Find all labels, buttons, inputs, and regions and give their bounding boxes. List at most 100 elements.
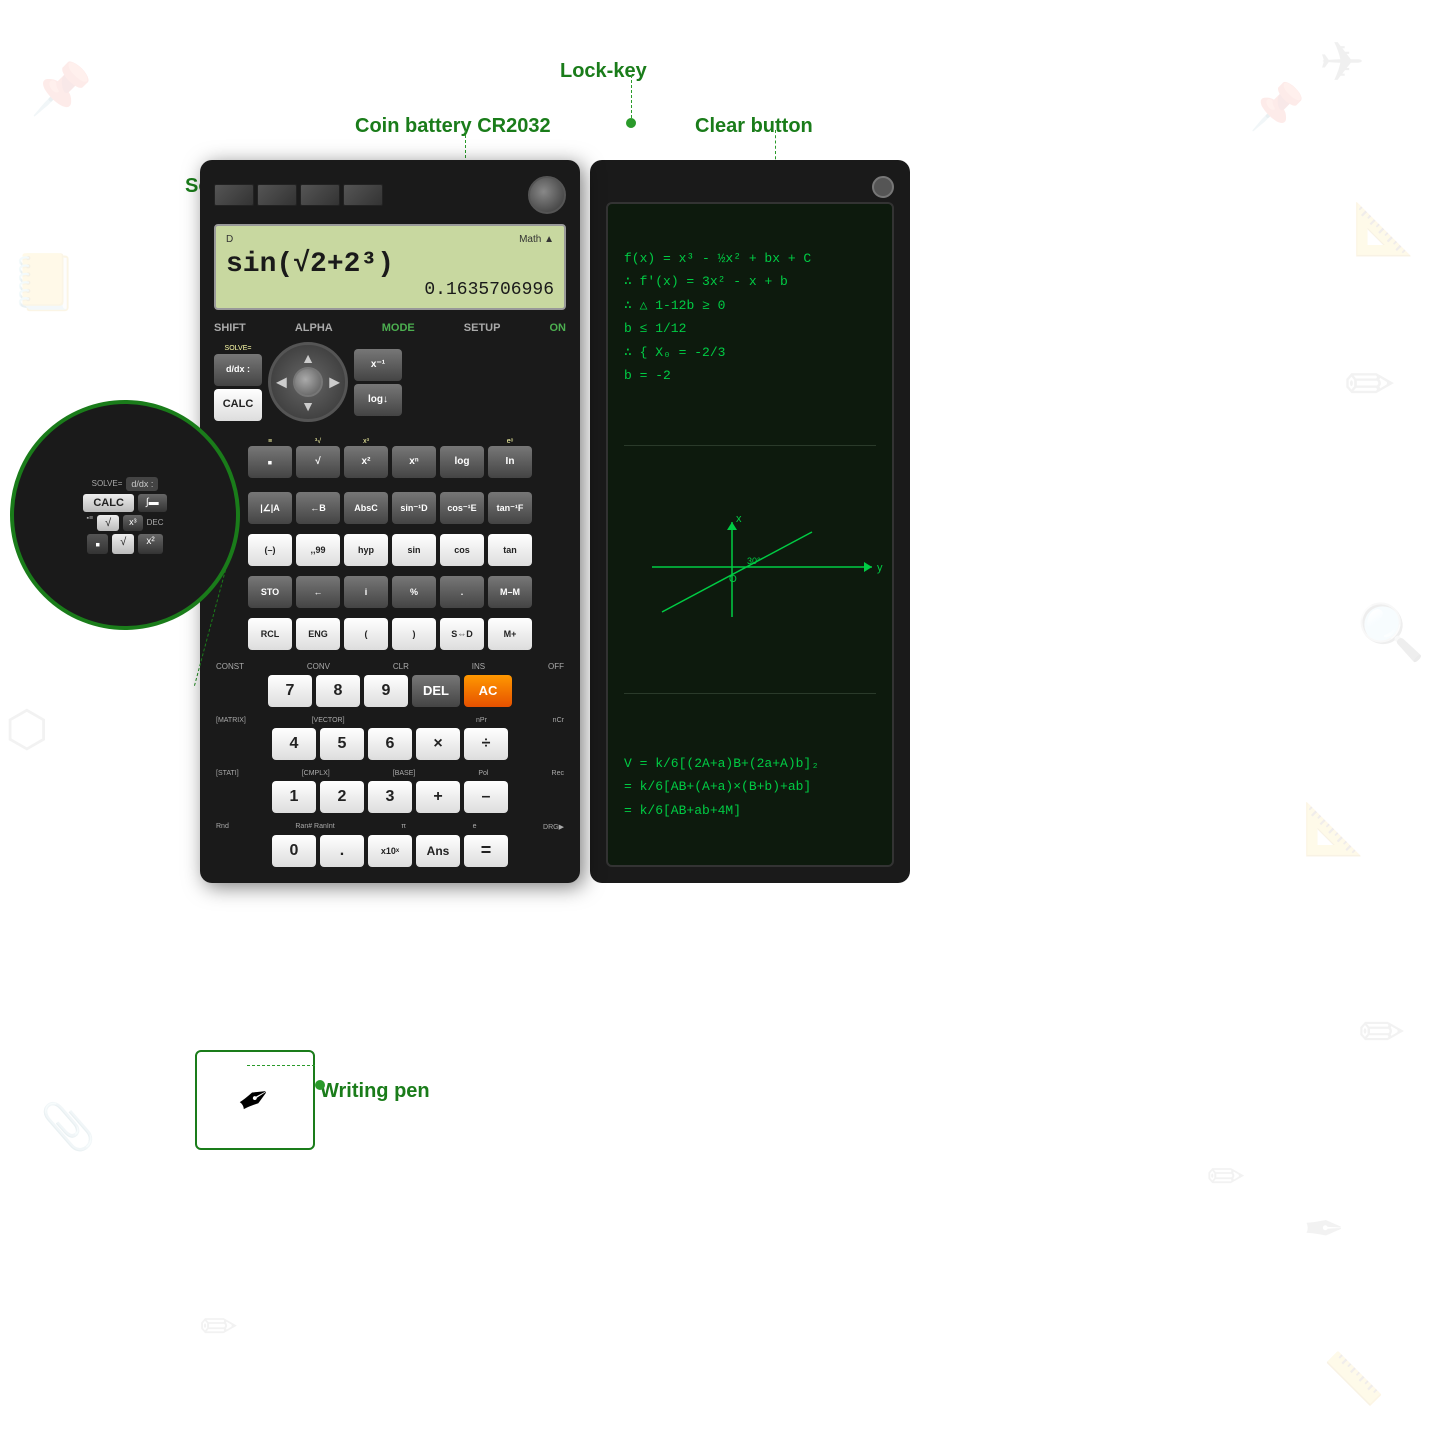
neg-btn[interactable]: (–) — [248, 534, 292, 566]
hyp-btn[interactable]: hyp — [344, 534, 388, 566]
navigation-ring[interactable]: ▲ ▼ ◀ ▶ — [268, 342, 348, 422]
zoom-circle: SOLVE= d/dx : CALC ∫▬ ▪≡ √ x³ DEC ▪ √ x² — [10, 400, 240, 630]
notepad-eq9: = k/6[AB+ab+4M] — [624, 799, 876, 822]
solar-panel-area — [214, 176, 566, 214]
notepad-graph-area: y x O 30° — [624, 504, 876, 635]
angle-btn[interactable]: |∠|A — [248, 492, 292, 524]
nav-up-arrow[interactable]: ▲ — [301, 350, 315, 366]
display-result: 0.1635706996 — [226, 280, 554, 300]
cos-btn[interactable]: cos — [440, 534, 484, 566]
cos-inv-btn[interactable]: cos⁻¹E — [440, 492, 484, 524]
rcl-btn[interactable]: RCL — [248, 618, 292, 650]
tan-btn[interactable]: tan — [488, 534, 532, 566]
solve-above: SOLVE= — [225, 344, 252, 354]
zoom-integral-btn: ∫▬ — [138, 494, 167, 512]
i-btn[interactable]: i — [344, 576, 388, 608]
zoom-solve-label: SOLVE= — [92, 479, 123, 488]
log-btn[interactable]: log↓ — [354, 384, 402, 416]
button-area: SHIFT ALPHA MODE SETUP ON SOLVE= d/dx : … — [214, 320, 566, 867]
plus-btn[interactable]: + — [416, 781, 460, 813]
conv-label: CONV — [307, 662, 330, 671]
nav-down-arrow[interactable]: ▼ — [301, 398, 315, 414]
abs-btn[interactable]: AbsC — [344, 492, 388, 524]
ac-btn[interactable]: AC — [464, 675, 512, 707]
solar-cell-3 — [300, 184, 340, 206]
bg-ruler: 📏 — [1323, 1350, 1385, 1409]
close-paren-btn[interactable]: ) — [392, 618, 436, 650]
mm-btn[interactable]: M–M — [488, 576, 532, 608]
open-paren-btn[interactable]: ( — [344, 618, 388, 650]
arrow-b-btn[interactable]: ←B — [296, 492, 340, 524]
notepad-panel: f(x) = x³ - ½x² + bx + C ∴ f'(x) = 3x² -… — [590, 160, 910, 883]
ranint-label: Ran# RanInt — [295, 823, 334, 831]
btn-5[interactable]: 5 — [320, 728, 364, 760]
fraction-btn[interactable]: ▪ — [248, 446, 292, 478]
base-label: [BASE] — [393, 770, 416, 777]
sin-inv-btn[interactable]: sin⁻¹D — [392, 492, 436, 524]
btn-3[interactable]: 3 — [368, 781, 412, 813]
x10x-btn[interactable]: x10ˣ — [368, 835, 412, 867]
btn-1[interactable]: 1 — [272, 781, 316, 813]
notepad-eq5: ∴ { X₀ = -2/3 — [624, 341, 876, 364]
sqrt-btn[interactable]: √ — [296, 446, 340, 478]
tan-inv-btn[interactable]: tan⁻¹F — [488, 492, 532, 524]
log2-btn[interactable]: log — [440, 446, 484, 478]
zoom-frac-label: ▪≡ — [86, 515, 93, 531]
btn-6[interactable]: 6 — [368, 728, 412, 760]
multiply-btn[interactable]: × — [416, 728, 460, 760]
rcl-row: RCL ENG ( ) S⇔D M+ — [214, 618, 566, 650]
nav-center-btn[interactable] — [293, 367, 323, 397]
mplus-btn[interactable]: M+ — [488, 618, 532, 650]
btn-9[interactable]: 9 — [364, 675, 408, 707]
decimal-btn[interactable]: . — [320, 835, 364, 867]
notepad-screen: f(x) = x³ - ½x² + bx + C ∴ f'(x) = 3x² -… — [606, 202, 894, 867]
divide-btn[interactable]: ÷ — [464, 728, 508, 760]
arrow-btn[interactable]: ← — [296, 576, 340, 608]
pct-btn[interactable]: % — [392, 576, 436, 608]
notepad-divider-2 — [624, 693, 876, 694]
sqrt-btn-wrapper: ³√ √ — [296, 436, 340, 478]
btn-7[interactable]: 7 — [268, 675, 312, 707]
in-btn-wrapper: eᵒ In — [488, 436, 532, 478]
xn-btn[interactable]: xⁿ — [392, 446, 436, 478]
dot-btn[interactable]: . — [440, 576, 484, 608]
btn-4[interactable]: 4 — [272, 728, 316, 760]
alpha-label: ALPHA — [295, 322, 333, 334]
svg-text:x: x — [736, 513, 742, 525]
lock-key-button[interactable] — [528, 176, 566, 214]
ins-label: INS — [472, 662, 485, 671]
pol-label: Pol — [478, 770, 488, 777]
ans-btn[interactable]: Ans — [416, 835, 460, 867]
nav-right-arrow[interactable]: ▶ — [329, 374, 340, 391]
eng-btn[interactable]: ENG — [296, 618, 340, 650]
frac-btn-wrapper: ≡ ▪ — [248, 436, 292, 478]
btn-0[interactable]: 0 — [272, 835, 316, 867]
x2-btn[interactable]: x² — [344, 446, 388, 478]
num-row-1: 7 8 9 DEL AC — [214, 675, 566, 707]
equals-btn[interactable]: = — [464, 835, 508, 867]
sto-btn[interactable]: STO — [248, 576, 292, 608]
clear-circle-button[interactable] — [872, 176, 894, 198]
solve-btn[interactable]: d/dx : — [214, 354, 262, 386]
writing-pen-line — [247, 1065, 315, 1067]
del-btn[interactable]: DEL — [412, 675, 460, 707]
minus-btn[interactable]: – — [464, 781, 508, 813]
calc-btn[interactable]: CALC — [214, 389, 262, 421]
sd-btn[interactable]: S⇔D — [440, 618, 484, 650]
num-row-4: 0 . x10ˣ Ans = — [214, 835, 566, 867]
zoom-x3-btn: x³ — [123, 515, 143, 531]
in-btn[interactable]: In — [488, 446, 532, 478]
nav-left-arrow[interactable]: ◀ — [276, 374, 287, 391]
btn-8[interactable]: 8 — [316, 675, 360, 707]
off-label: OFF — [548, 662, 564, 671]
on-label: ON — [549, 322, 566, 334]
x-inv-btn[interactable]: x⁻¹ — [354, 349, 402, 381]
svg-text:30°: 30° — [747, 556, 761, 566]
clear-button-annotation: Clear button — [695, 115, 813, 138]
lock-key-dot — [626, 118, 636, 128]
sin-btn[interactable]: sin — [392, 534, 436, 566]
comma-btn[interactable]: ,,99 — [296, 534, 340, 566]
btn-2[interactable]: 2 — [320, 781, 364, 813]
const-label: CONST — [216, 662, 244, 671]
clr-label: CLR — [393, 662, 409, 671]
